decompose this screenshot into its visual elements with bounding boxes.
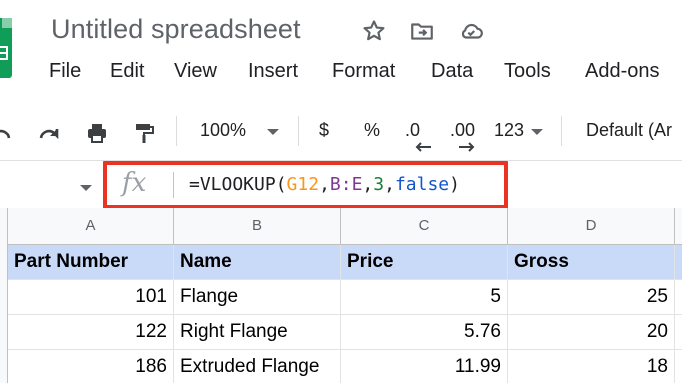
table-cell[interactable]: 5.76 — [341, 315, 508, 350]
table-cell[interactable]: 101 — [8, 280, 174, 315]
table-cell[interactable]: Flange — [174, 280, 341, 315]
column-header-c[interactable]: C — [341, 208, 508, 245]
menu-data[interactable]: Data — [431, 60, 473, 83]
column-header-e[interactable] — [675, 208, 682, 245]
toolbar-separator — [298, 116, 299, 146]
logo-grid-mark — [0, 46, 8, 60]
menu-edit[interactable]: Edit — [110, 60, 144, 83]
sheet-grid: A B C D Part Number Name Price Gross 101… — [0, 208, 682, 383]
table-cell[interactable] — [675, 350, 682, 383]
column-header-d[interactable]: D — [508, 208, 675, 245]
move-to-folder-icon[interactable] — [409, 18, 435, 44]
table-cell[interactable]: 186 — [8, 350, 174, 383]
menu-tools[interactable]: Tools — [504, 60, 551, 83]
logo-fold — [2, 18, 12, 28]
document-title[interactable]: Untitled spreadsheet — [51, 14, 301, 45]
formula-highlight-box — [103, 161, 508, 209]
increase-decimals-button[interactable]: .00 — [450, 120, 475, 141]
toolbar-separator — [561, 116, 562, 146]
table-cell[interactable] — [675, 280, 682, 315]
cell-e-header[interactable] — [675, 245, 682, 280]
arrow-left-icon — [415, 142, 431, 152]
more-formats-button[interactable]: 123 — [494, 120, 524, 141]
table-cell[interactable]: Right Flange — [174, 315, 341, 350]
menu-insert[interactable]: Insert — [248, 60, 298, 83]
menu-addons[interactable]: Add-ons — [585, 60, 660, 83]
cell-c-header[interactable]: Price — [341, 245, 508, 280]
table-cell[interactable]: 18 — [508, 350, 675, 383]
column-header-b[interactable]: B — [174, 208, 341, 245]
toolbar — [0, 108, 682, 156]
print-icon[interactable] — [84, 121, 110, 145]
toolbar-separator — [176, 116, 177, 146]
menu-file[interactable]: File — [49, 60, 81, 83]
font-family-select[interactable]: Default (Ar — [586, 120, 672, 141]
more-formats-chevron-down-icon[interactable] — [531, 129, 543, 135]
table-cell[interactable]: 11.99 — [341, 350, 508, 383]
currency-format-button[interactable]: $ — [319, 120, 329, 141]
table-cell[interactable]: 20 — [508, 315, 675, 350]
cell-a-header[interactable]: Part Number — [8, 245, 174, 280]
zoom-select[interactable]: 100% — [200, 120, 246, 141]
arrow-right-icon — [459, 142, 475, 152]
sheets-logo[interactable] — [0, 18, 12, 78]
table-cell[interactable] — [675, 315, 682, 350]
menu-format[interactable]: Format — [332, 60, 395, 83]
table-cell[interactable]: 25 — [508, 280, 675, 315]
decrease-decimals-button[interactable]: .0 — [405, 120, 420, 141]
paint-format-icon[interactable] — [131, 121, 157, 145]
zoom-chevron-down-icon[interactable] — [267, 129, 279, 135]
cloud-saved-icon[interactable] — [458, 18, 484, 44]
table-cell[interactable]: 5 — [341, 280, 508, 315]
undo-icon[interactable] — [0, 121, 14, 145]
row-header-strip[interactable] — [0, 208, 8, 383]
table-cell[interactable]: 122 — [8, 315, 174, 350]
percent-format-button[interactable]: % — [364, 120, 380, 141]
name-box-chevron-down-icon[interactable] — [80, 185, 92, 191]
table-cell[interactable]: Extruded Flange — [174, 350, 341, 383]
menu-view[interactable]: View — [174, 60, 217, 83]
star-icon[interactable] — [361, 18, 387, 44]
cell-d-header[interactable]: Gross — [508, 245, 675, 280]
cell-b-header[interactable]: Name — [174, 245, 341, 280]
redo-icon[interactable] — [36, 121, 62, 145]
column-header-a[interactable]: A — [8, 208, 174, 245]
